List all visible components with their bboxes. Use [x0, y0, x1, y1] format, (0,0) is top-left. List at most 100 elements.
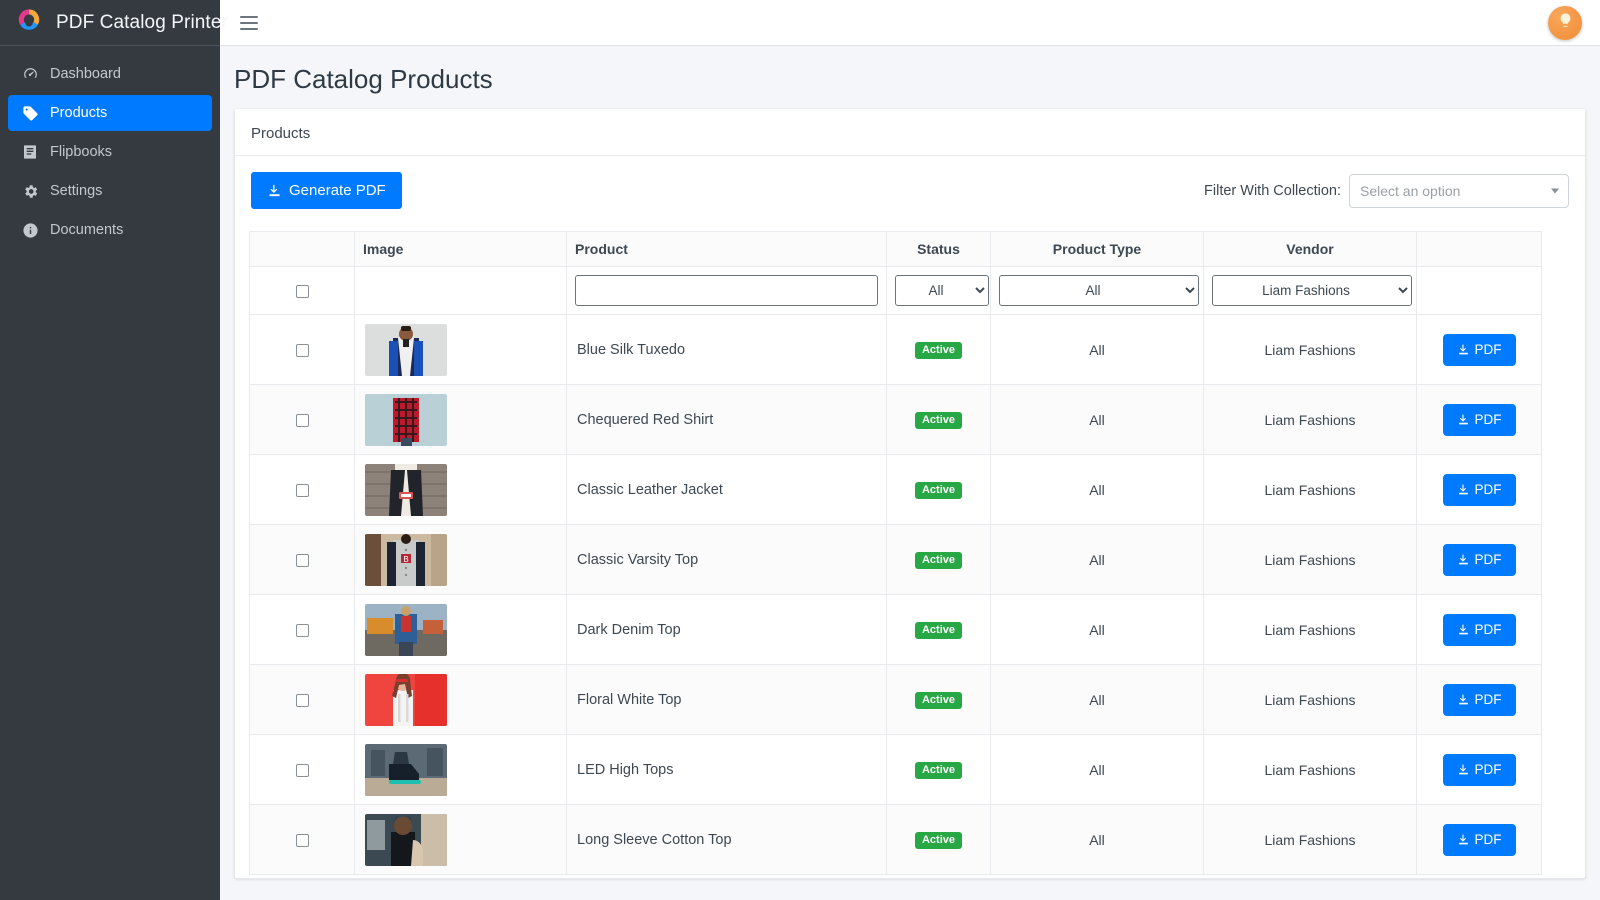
product-name: LED High Tops: [577, 762, 673, 778]
sidebar-item-label: Settings: [50, 183, 102, 199]
row-image-cell: [355, 665, 567, 735]
sidebar-item-documents[interactable]: Documents: [8, 212, 212, 248]
row-image-cell: [355, 315, 567, 385]
row-pdf-button[interactable]: PDF: [1443, 404, 1516, 436]
row-type-cell: All: [991, 455, 1204, 525]
row-type-cell: All: [991, 315, 1204, 385]
products-table: Image Product Status Product Type Vendor: [249, 231, 1542, 875]
sidebar-item-dashboard[interactable]: Dashboard: [8, 56, 212, 92]
product-name: Dark Denim Top: [577, 622, 681, 638]
row-pdf-button[interactable]: PDF: [1443, 754, 1516, 786]
status-filter-select[interactable]: All: [895, 275, 989, 306]
product-thumbnail: [365, 814, 447, 866]
row-pdf-button[interactable]: PDF: [1443, 614, 1516, 646]
row-checkbox[interactable]: [296, 834, 309, 847]
product-thumbnail: [365, 604, 447, 656]
filter-label: Filter With Collection:: [1204, 183, 1341, 199]
table-row: Long Sleeve Cotton Top Active All Liam F…: [250, 805, 1542, 875]
row-checkbox[interactable]: [296, 694, 309, 707]
row-image-cell: [355, 735, 567, 805]
toolbar: Generate PDF Filter With Collection: Sel…: [249, 172, 1571, 209]
row-action-cell: PDF: [1417, 525, 1542, 595]
row-vendor-cell: Liam Fashions: [1204, 805, 1417, 875]
filter-action-cell: [1417, 267, 1542, 315]
row-vendor-cell: Liam Fashions: [1204, 665, 1417, 735]
svg-text:B: B: [403, 555, 408, 564]
row-action-cell: PDF: [1417, 455, 1542, 525]
table-row: LED High Tops Active All Liam Fashions P…: [250, 735, 1542, 805]
th-action: [1417, 232, 1542, 267]
row-status-cell: Active: [887, 525, 991, 595]
row-pdf-button[interactable]: PDF: [1443, 334, 1516, 366]
row-product-cell: Dark Denim Top: [567, 595, 887, 665]
th-vendor: Vendor: [1204, 232, 1417, 267]
status-badge: Active: [915, 342, 962, 359]
row-pdf-button[interactable]: PDF: [1443, 474, 1516, 506]
download-icon: [1457, 763, 1470, 776]
row-product-cell: Blue Silk Tuxedo: [567, 315, 887, 385]
status-badge: Active: [915, 552, 962, 569]
sidebar-item-products[interactable]: Products: [8, 95, 212, 131]
product-name: Classic Leather Jacket: [577, 482, 723, 498]
row-pdf-button[interactable]: PDF: [1443, 684, 1516, 716]
row-type-cell: All: [991, 525, 1204, 595]
row-pdf-label: PDF: [1475, 762, 1502, 777]
status-badge: Active: [915, 832, 962, 849]
collection-select[interactable]: Select an option: [1349, 174, 1569, 208]
row-pdf-label: PDF: [1475, 342, 1502, 357]
brand-header[interactable]: PDF Catalog Printer: [0, 0, 220, 46]
row-action-cell: PDF: [1417, 315, 1542, 385]
row-checkbox[interactable]: [296, 414, 309, 427]
product-name: Long Sleeve Cotton Top: [577, 832, 732, 848]
row-type-cell: All: [991, 595, 1204, 665]
brand-title: PDF Catalog Printer: [56, 12, 228, 34]
filter-vendor-cell: Liam Fashions: [1204, 267, 1417, 315]
row-pdf-label: PDF: [1475, 832, 1502, 847]
row-pdf-button[interactable]: PDF: [1443, 824, 1516, 856]
row-checkbox[interactable]: [296, 484, 309, 497]
row-image-cell: [355, 385, 567, 455]
row-select-cell: [250, 385, 355, 455]
table-scroll-area[interactable]: Image Product Status Product Type Vendor: [249, 231, 1571, 875]
product-type-filter-select[interactable]: All: [999, 275, 1199, 306]
row-image-cell: [355, 805, 567, 875]
info-icon: [20, 221, 40, 239]
row-action-cell: PDF: [1417, 385, 1542, 455]
row-status-cell: Active: [887, 385, 991, 455]
product-name: Floral White Top: [577, 692, 682, 708]
row-image-cell: B: [355, 525, 567, 595]
row-status-cell: Active: [887, 735, 991, 805]
row-product-cell: Classic Leather Jacket: [567, 455, 887, 525]
three-lobe-logo-icon: [12, 6, 46, 40]
lightbulb-icon: [1557, 12, 1574, 34]
row-select-cell: [250, 665, 355, 735]
help-lightbulb-button[interactable]: [1548, 6, 1582, 40]
status-badge: Active: [915, 762, 962, 779]
row-checkbox[interactable]: [296, 624, 309, 637]
hamburger-icon[interactable]: [240, 10, 266, 36]
row-product-cell: LED High Tops: [567, 735, 887, 805]
product-name: Classic Varsity Top: [577, 552, 698, 568]
product-thumbnail: [365, 324, 447, 376]
topbar: [220, 0, 1600, 46]
generate-pdf-button[interactable]: Generate PDF: [251, 172, 402, 209]
select-all-checkbox[interactable]: [296, 285, 309, 298]
table-row: Classic Leather Jacket Active All Liam F…: [250, 455, 1542, 525]
row-pdf-button[interactable]: PDF: [1443, 544, 1516, 576]
product-filter-input[interactable]: [575, 275, 878, 306]
row-pdf-label: PDF: [1475, 622, 1502, 637]
row-checkbox[interactable]: [296, 554, 309, 567]
product-thumbnail: [365, 464, 447, 516]
sidebar-item-settings[interactable]: Settings: [8, 173, 212, 209]
row-vendor-cell: Liam Fashions: [1204, 735, 1417, 805]
sidebar-item-flipbooks[interactable]: Flipbooks: [8, 134, 212, 170]
table-row: Blue Silk Tuxedo Active All Liam Fashion…: [250, 315, 1542, 385]
download-icon: [1457, 413, 1470, 426]
vendor-filter-select[interactable]: Liam Fashions: [1212, 275, 1412, 306]
table-header-row: Image Product Status Product Type Vendor: [250, 232, 1542, 267]
row-type-cell: All: [991, 385, 1204, 455]
row-checkbox[interactable]: [296, 764, 309, 777]
row-checkbox[interactable]: [296, 344, 309, 357]
download-icon: [1457, 833, 1470, 846]
row-action-cell: PDF: [1417, 595, 1542, 665]
